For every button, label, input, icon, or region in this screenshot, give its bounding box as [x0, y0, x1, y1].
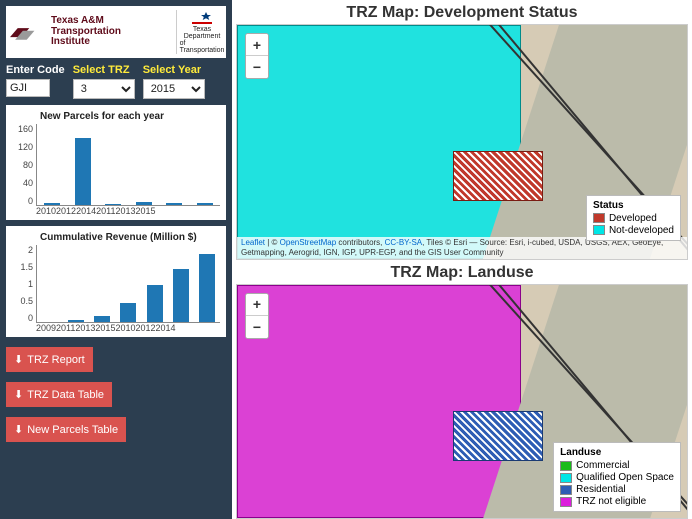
landuse-zoom-control: + − [245, 293, 269, 339]
new-parcels-table-button[interactable]: ⬇ New Parcels Table [6, 417, 126, 442]
legend-label: Not-developed [609, 225, 674, 236]
legend-row: Qualified Open Space [560, 472, 674, 483]
legend-swatch [560, 497, 572, 507]
landuse-map-section: TRZ Map: Landuse + − Landuse CommercialQ… [232, 260, 692, 519]
revenue-yaxis: 21.510.50 [12, 245, 36, 323]
txdot-logo: Texas Department of Transportation [176, 10, 224, 54]
legend-row: Residential [560, 484, 674, 495]
legend-swatch [560, 473, 572, 483]
landuse-map[interactable]: + − Landuse CommercialQualified Open Spa… [236, 284, 688, 519]
landuse-zoom-in-button[interactable]: + [246, 294, 268, 316]
legend-label: TRZ not eligible [576, 496, 646, 507]
code-control: Enter Code [6, 64, 65, 99]
year-label: Select Year [143, 64, 205, 76]
trz-control: Select TRZ 3 [73, 64, 135, 99]
legend-row: Commercial [560, 460, 674, 471]
trz-select[interactable]: 3 [73, 79, 135, 99]
main: TRZ Map: Development Status + − Status D… [232, 0, 692, 519]
txdot-star-icon [192, 10, 212, 26]
legend-label: Qualified Open Space [576, 472, 674, 483]
revenue-chart: Cummulative Revenue (Million $) 21.510.5… [6, 226, 226, 337]
osm-link[interactable]: OpenStreetMap [280, 238, 336, 247]
legend-label: Developed [609, 213, 657, 224]
download-icon: ⬇ [14, 353, 23, 366]
landuse-legend: Landuse CommercialQualified Open SpaceRe… [553, 442, 681, 512]
landuse-zoom-out-button[interactable]: − [246, 316, 268, 338]
legend-swatch [560, 461, 572, 471]
status-zoom-out-button[interactable]: − [246, 56, 268, 78]
parcels-plot [36, 124, 220, 206]
revenue-chart-title: Cummulative Revenue (Million $) [40, 232, 220, 243]
status-map-title: TRZ Map: Development Status [232, 0, 692, 24]
year-control: Select Year 2015 [143, 64, 205, 99]
trz-data-table-button[interactable]: ⬇ TRZ Data Table [6, 382, 112, 407]
tamu-logo: Texas A&M Transportation Institute [8, 16, 121, 48]
trz-label: Select TRZ [73, 64, 135, 76]
cc-link[interactable]: CC-BY-SA [385, 238, 423, 247]
landuse-map-title: TRZ Map: Landuse [232, 260, 692, 284]
parcels-chart: New Parcels for each year 16012080400 20… [6, 105, 226, 220]
status-zoom-control: + − [245, 33, 269, 79]
logo-bar: Texas A&M Transportation Institute Texas… [6, 6, 226, 58]
tamu-logo-text: Texas A&M Transportation Institute [51, 16, 121, 48]
legend-swatch [593, 213, 605, 223]
code-label: Enter Code [6, 64, 65, 76]
status-map-section: TRZ Map: Development Status + − Status D… [232, 0, 692, 260]
leaflet-link[interactable]: Leaflet [241, 238, 265, 247]
trz-report-button[interactable]: ⬇ TRZ Report [6, 347, 93, 372]
parcels-yaxis: 16012080400 [12, 124, 36, 206]
status-map[interactable]: + − Status DevelopedNot-developed Leafle… [236, 24, 688, 260]
download-icon: ⬇ [14, 423, 23, 436]
legend-row: TRZ not eligible [560, 496, 674, 507]
sidebar: Texas A&M Transportation Institute Texas… [0, 0, 232, 519]
controls-row: Enter Code Select TRZ 3 Select Year 2015 [6, 64, 226, 99]
legend-swatch [560, 485, 572, 495]
tamu-mark-icon [8, 23, 48, 41]
legend-row: Developed [593, 213, 674, 224]
code-input[interactable] [6, 79, 50, 97]
parcels-chart-title: New Parcels for each year [40, 111, 220, 122]
revenue-plot [36, 245, 220, 323]
parcels-xaxis: 201020122014201120132015 [36, 206, 220, 216]
legend-row: Not-developed [593, 225, 674, 236]
status-zoom-in-button[interactable]: + [246, 34, 268, 56]
legend-swatch [593, 225, 605, 235]
download-icon: ⬇ [14, 388, 23, 401]
legend-label: Commercial [576, 460, 629, 471]
revenue-xaxis: 2009201120132015201020122014 [36, 323, 220, 333]
app-root: Texas A&M Transportation Institute Texas… [0, 0, 692, 519]
status-legend: Status DevelopedNot-developed [586, 195, 681, 241]
year-select[interactable]: 2015 [143, 79, 205, 99]
legend-label: Residential [576, 484, 625, 495]
